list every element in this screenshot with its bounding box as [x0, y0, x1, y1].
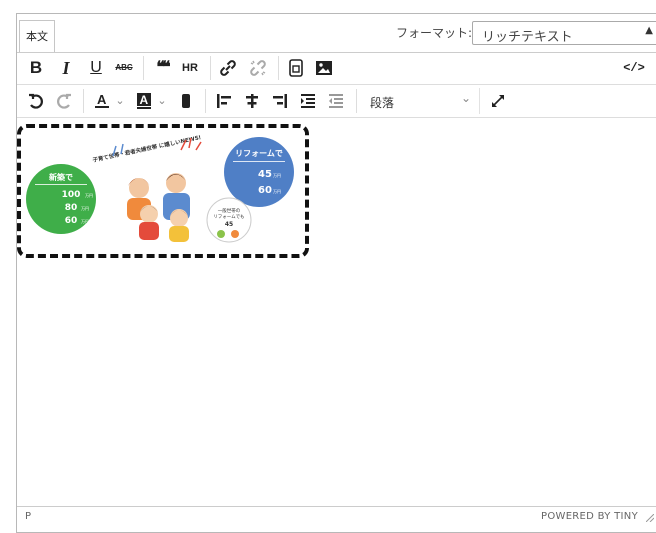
- italic-button[interactable]: I: [53, 55, 79, 81]
- paragraph-format-select[interactable]: 段落 ⌄: [362, 88, 480, 114]
- blue-unit-1: 万円: [273, 173, 281, 178]
- editor-content-area[interactable]: 新築で 100 80 60 万円 万円 万円 子育て世帯・若者夫婦世帯 に嬉しい…: [17, 118, 656, 506]
- blue-unit-2: 万円: [273, 189, 281, 194]
- small-circle-line1: 一般世帯の: [218, 207, 241, 214]
- align-right-icon[interactable]: [267, 88, 293, 114]
- align-left-icon[interactable]: [211, 88, 237, 114]
- blockquote-button[interactable]: ❝❝: [149, 55, 175, 81]
- format-label: フォーマット:: [396, 26, 473, 40]
- green-amount-1: 100: [62, 190, 81, 200]
- outdent-icon[interactable]: [323, 88, 349, 114]
- horizontal-rule-button[interactable]: HR: [177, 55, 203, 81]
- tab-body[interactable]: 本文: [19, 20, 55, 52]
- status-bar: P POWERED BY TINY: [17, 506, 656, 527]
- svg-text:A: A: [140, 93, 149, 107]
- text-color-icon[interactable]: A: [91, 88, 113, 114]
- chevron-down-icon[interactable]: ⌄: [155, 88, 169, 114]
- green-circle-title: 新築で: [49, 172, 73, 182]
- rich-text-editor: 本文 フォーマット: リッチテキスト ▲ B I U ABC ❝❝ HR </>…: [16, 13, 656, 533]
- toolbar-row-1: B I U ABC ❝❝ HR </>: [17, 52, 656, 85]
- green-unit-2: 万円: [81, 206, 89, 211]
- blue-amount-1: 45: [258, 169, 272, 180]
- select-arrows-icon: ▲: [645, 25, 653, 36]
- blue-circle-title: リフォームで: [235, 149, 283, 158]
- highlight-icon[interactable]: [173, 88, 199, 114]
- paragraph-format-value: 段落: [370, 96, 395, 110]
- banner-image[interactable]: 新築で 100 80 60 万円 万円 万円 子育て世帯・若者夫婦世帯 に嬉しい…: [17, 124, 309, 258]
- file-icon[interactable]: [283, 55, 309, 81]
- code-view-button[interactable]: </>: [621, 55, 647, 81]
- green-amount-2: 80: [65, 203, 78, 213]
- toolbar-row-2: A ⌄ A ⌄ 段落 ⌄: [17, 85, 656, 118]
- background-color-icon[interactable]: A: [133, 88, 155, 114]
- small-circle-line2: リフォームでも: [213, 214, 244, 220]
- toolbar-separator: [356, 89, 357, 113]
- underline-button[interactable]: U: [83, 55, 109, 81]
- chevron-down-icon: ⌄: [460, 91, 471, 105]
- editor-tabbar: 本文 フォーマット: リッチテキスト ▲: [17, 14, 656, 53]
- green-amount-3: 60: [65, 216, 78, 226]
- format-select-value: リッチテキスト: [482, 30, 573, 45]
- toolbar-separator: [83, 89, 84, 113]
- redo-icon[interactable]: [51, 88, 77, 114]
- blue-amount-2: 60: [258, 185, 272, 196]
- bold-button[interactable]: B: [23, 55, 49, 81]
- chevron-down-icon[interactable]: ⌄: [113, 88, 127, 114]
- green-unit-1: 万円: [85, 193, 93, 198]
- svg-text:A: A: [97, 92, 107, 107]
- powered-by-link[interactable]: POWERED BY TINY: [541, 511, 638, 522]
- strikethrough-button[interactable]: ABC: [111, 55, 137, 81]
- green-unit-3: 万円: [81, 219, 89, 224]
- resize-grip-icon[interactable]: [646, 514, 654, 522]
- undo-icon[interactable]: [23, 88, 49, 114]
- indent-icon[interactable]: [295, 88, 321, 114]
- format-select[interactable]: リッチテキスト ▲: [472, 21, 656, 45]
- fullscreen-icon[interactable]: [485, 88, 511, 114]
- small-circle-amount: 45: [225, 221, 233, 228]
- element-path[interactable]: P: [25, 511, 31, 522]
- toolbar-separator: [143, 56, 144, 80]
- toolbar-separator: [278, 56, 279, 80]
- image-icon[interactable]: [311, 55, 337, 81]
- toolbar-separator: [205, 89, 206, 113]
- toolbar-separator: [210, 56, 211, 80]
- unlink-icon[interactable]: [245, 55, 271, 81]
- link-icon[interactable]: [215, 55, 241, 81]
- align-center-icon[interactable]: [239, 88, 265, 114]
